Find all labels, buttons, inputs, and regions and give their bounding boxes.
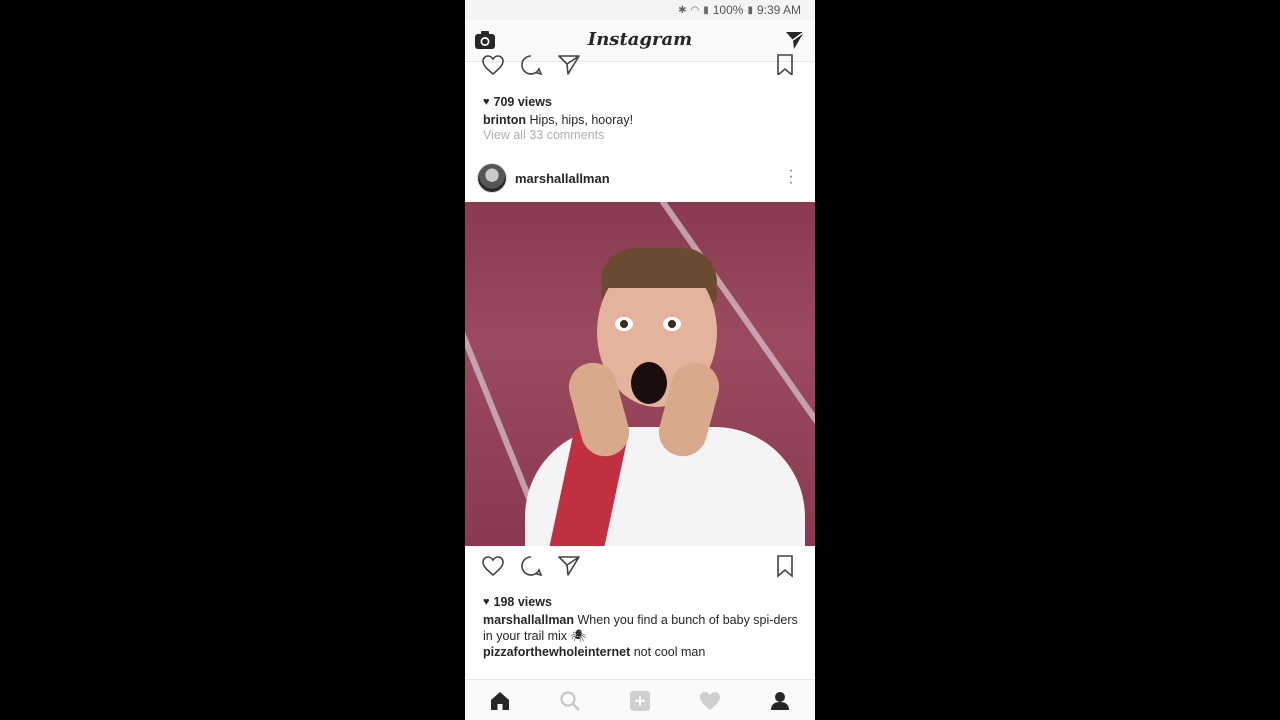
heart-small-icon: ♥ xyxy=(483,96,490,108)
share-icon[interactable] xyxy=(557,554,581,578)
more-options-icon[interactable]: · · · xyxy=(785,163,797,191)
post-caption: marshallallman When you find a bunch of … xyxy=(483,612,799,644)
home-icon[interactable] xyxy=(488,689,512,713)
avatar[interactable] xyxy=(477,163,507,193)
activity-icon[interactable] xyxy=(698,689,722,713)
phone-screen: ✱ ◠ ▮ 100% ▮ 9:39 AM Instagram ♥ 709 vie… xyxy=(465,0,815,720)
signal-icon: ▮ xyxy=(703,4,709,16)
comment-icon[interactable] xyxy=(519,53,543,75)
clock: 9:39 AM xyxy=(756,3,801,17)
post-username[interactable]: marshallallman xyxy=(515,171,610,186)
previous-post-caption: brinton Hips, hips, hooray! xyxy=(483,112,799,128)
comment-icon[interactable] xyxy=(519,554,543,578)
instagram-logo: Instagram xyxy=(587,29,693,50)
caption-username[interactable]: marshallallman xyxy=(483,613,574,627)
bluetooth-icon: ✱ xyxy=(678,4,687,16)
previous-post-actions xyxy=(465,53,815,75)
heart-small-icon: ♥ xyxy=(483,596,490,608)
share-icon[interactable] xyxy=(557,53,581,75)
post-video[interactable] xyxy=(465,202,815,546)
direct-message-icon[interactable] xyxy=(785,30,805,50)
profile-icon[interactable] xyxy=(768,689,792,713)
views-count: 198 views xyxy=(493,595,552,609)
caption-username[interactable]: brinton xyxy=(483,113,526,127)
post-comment: pizzaforthewholeinternet not cool man xyxy=(483,644,799,660)
battery-icon: ▮ xyxy=(747,4,753,16)
bookmark-icon[interactable] xyxy=(773,53,797,75)
status-bar: ✱ ◠ ▮ 100% ▮ 9:39 AM xyxy=(465,0,815,20)
wifi-icon: ◠ xyxy=(690,4,700,16)
caption-text: Hips, hips, hooray! xyxy=(529,113,634,127)
bottom-navigation xyxy=(465,679,815,720)
heart-icon[interactable] xyxy=(481,554,505,578)
view-all-comments-link[interactable]: View all 33 comments xyxy=(483,128,604,142)
battery-level: 100% xyxy=(712,3,744,17)
post-actions xyxy=(465,554,815,584)
post-views[interactable]: ♥ 198 views xyxy=(483,595,552,609)
add-post-icon[interactable] xyxy=(628,689,652,713)
bookmark-icon[interactable] xyxy=(773,554,797,578)
post-header: marshallallman · · · xyxy=(465,160,815,200)
search-icon[interactable] xyxy=(558,689,582,713)
previous-post-views[interactable]: ♥ 709 views xyxy=(483,95,552,109)
views-count: 709 views xyxy=(493,95,552,109)
heart-icon[interactable] xyxy=(481,53,505,75)
comment-username[interactable]: pizzaforthewholeinternet xyxy=(483,645,630,659)
comment-text: not cool man xyxy=(633,645,706,659)
